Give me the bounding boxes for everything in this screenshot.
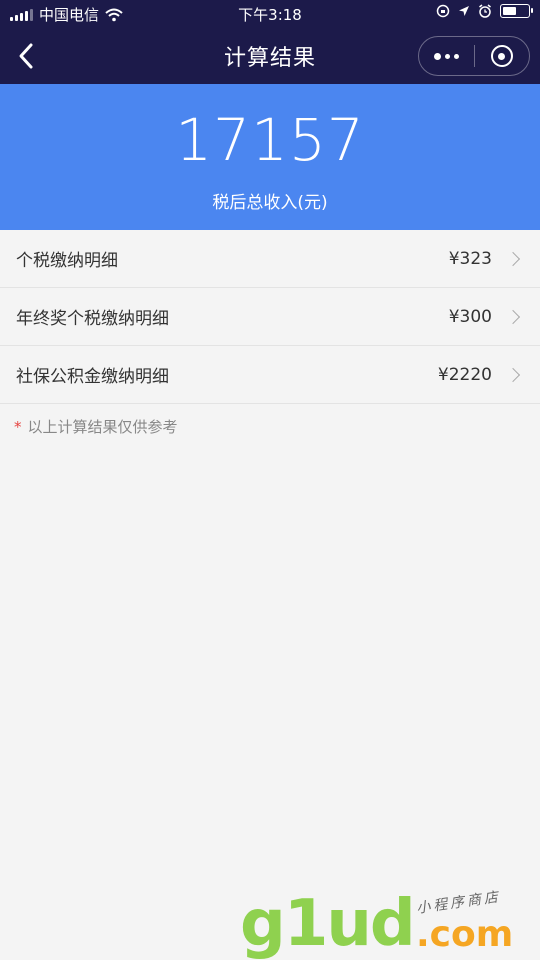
status-bar: 中国电信 下午3:18 [0, 0, 540, 28]
watermark-logo: g1ud 小程序商店 .com [240, 888, 540, 960]
disclaimer-text: 以上计算结果仅供参考 [27, 418, 178, 436]
detail-list: 个税缴纳明细 ¥323 年终奖个税缴纳明细 ¥300 社保公积金缴纳明细 ¥22… [0, 230, 540, 404]
list-item-income-tax[interactable]: 个税缴纳明细 ¥323 [0, 230, 540, 288]
more-icon [433, 52, 459, 60]
watermark-domain: .com [416, 914, 514, 955]
alarm-icon [479, 4, 491, 18]
watermark-main: g1ud [240, 887, 416, 960]
mini-program-capsule [418, 36, 530, 76]
list-item-value: ¥2220 [437, 364, 492, 385]
disclaimer-note: * 以上计算结果仅供参考 [14, 416, 178, 437]
list-item-label: 社保公积金缴纳明细 [16, 367, 169, 387]
list-item-bonus-tax[interactable]: 年终奖个税缴纳明细 ¥300 [0, 288, 540, 346]
list-item-value: ¥323 [448, 248, 492, 269]
rotation-lock-icon [436, 4, 450, 18]
net-income-amount: 17157 [175, 106, 365, 174]
required-star: * [14, 418, 22, 436]
battery-icon [500, 4, 533, 18]
list-item-value: ¥300 [448, 306, 492, 327]
close-mini-program-button[interactable] [474, 37, 529, 75]
chevron-right-icon [505, 251, 521, 266]
chevron-right-icon [505, 367, 521, 382]
target-icon [490, 45, 513, 67]
list-item-label: 年终奖个税缴纳明细 [16, 309, 169, 329]
more-button[interactable] [419, 37, 474, 75]
location-icon [459, 6, 469, 16]
nav-bar: 计算结果 [0, 28, 540, 84]
status-right [436, 4, 533, 18]
list-item-label: 个税缴纳明细 [16, 251, 118, 271]
net-income-label: 税后总收入(元) [212, 193, 328, 213]
list-item-social-insurance[interactable]: 社保公积金缴纳明细 ¥2220 [0, 346, 540, 404]
battery-fill [503, 7, 517, 15]
chevron-right-icon [505, 309, 521, 324]
summary-banner: 17157 税后总收入(元) [0, 84, 540, 230]
